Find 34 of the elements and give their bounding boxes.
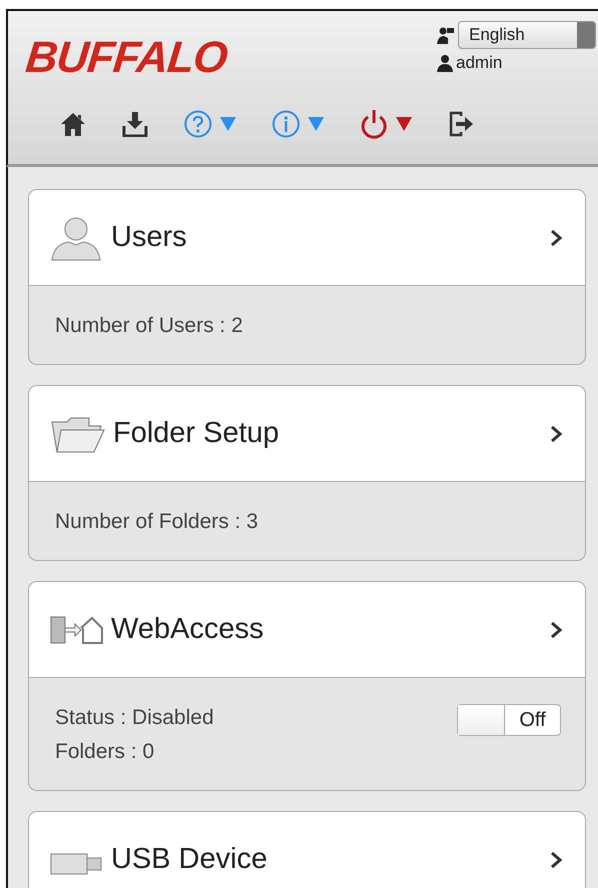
chevron-right-icon: [549, 424, 563, 444]
dropdown-triangle-icon[interactable]: [220, 117, 236, 131]
caret-icon: [577, 22, 595, 48]
card-header[interactable]: Users: [29, 190, 585, 286]
device-to-house-icon: [49, 614, 103, 646]
status-text: Status : Disabled: [55, 706, 214, 730]
card-title: Users: [111, 221, 188, 254]
help-icon[interactable]: [184, 110, 212, 138]
card-header[interactable]: Folder Setup: [29, 386, 585, 482]
card-title: WebAccess: [111, 613, 265, 646]
user-silhouette-icon: [49, 214, 103, 260]
card-title: Folder Setup: [113, 417, 280, 450]
power-icon[interactable]: [360, 109, 388, 139]
username-label: admin: [456, 53, 502, 73]
user-icon: [436, 54, 454, 72]
home-icon[interactable]: [60, 111, 86, 137]
logout-icon[interactable]: [448, 111, 474, 137]
chevron-right-icon: [549, 620, 563, 640]
toggle-switch[interactable]: Off: [457, 704, 561, 736]
dropdown-triangle-icon[interactable]: [308, 117, 324, 131]
chevron-right-icon: [549, 850, 563, 870]
person-at-desk-icon: [436, 25, 456, 45]
dropdown-triangle-icon[interactable]: [396, 117, 412, 131]
logo: BUFFALO: [23, 33, 230, 83]
card-title: USB Device: [111, 843, 268, 876]
download-icon[interactable]: [122, 111, 148, 137]
status-text: Folders : 0: [55, 740, 156, 764]
card-header[interactable]: USB Device: [29, 812, 585, 888]
language-select[interactable]: English: [458, 21, 596, 49]
card-header[interactable]: WebAccess: [29, 582, 585, 678]
chevron-right-icon: [549, 228, 563, 248]
status-text: Number of Folders : 3: [55, 510, 258, 534]
info-icon[interactable]: [272, 110, 300, 138]
status-text: Number of Users : 2: [55, 314, 243, 338]
